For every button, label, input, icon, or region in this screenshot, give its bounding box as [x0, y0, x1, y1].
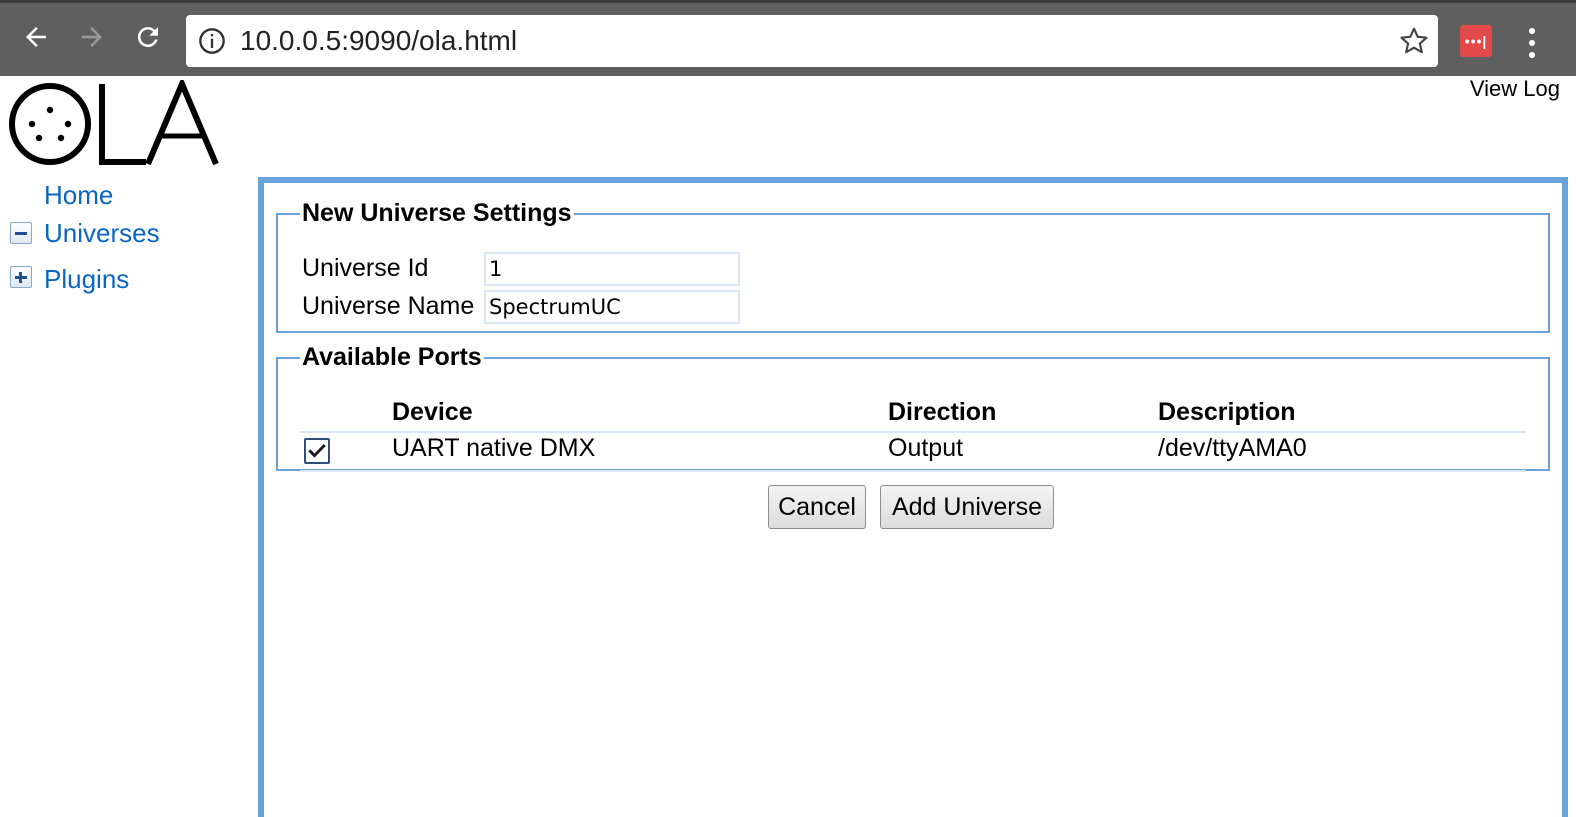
- kebab-menu-icon[interactable]: [1518, 25, 1546, 61]
- password-manager-extension-icon[interactable]: •••|: [1460, 25, 1492, 57]
- port-device-cell: UART native DMX: [392, 434, 596, 462]
- port-select-checkbox[interactable]: [304, 438, 330, 464]
- table-divider: [300, 470, 1526, 472]
- add-universe-button[interactable]: Add Universe: [880, 485, 1054, 529]
- ports-legend: Available Ports: [302, 343, 482, 371]
- expand-icon[interactable]: [10, 266, 32, 288]
- sidebar-item-plugins[interactable]: Plugins: [44, 264, 129, 295]
- universe-id-input[interactable]: [484, 252, 740, 286]
- back-button[interactable]: [16, 17, 56, 57]
- forward-button[interactable]: [72, 17, 112, 57]
- new-universe-settings: New Universe Settings Universe Id Univer…: [276, 199, 1550, 333]
- sidebar-item-home[interactable]: Home: [44, 180, 113, 211]
- address-bar[interactable]: 10.0.0.5:9090/ola.html: [186, 15, 1438, 67]
- universe-name-label: Universe Name: [302, 292, 475, 320]
- collapse-icon[interactable]: [10, 222, 32, 244]
- reload-icon: [137, 27, 158, 48]
- arrow-left-icon: [26, 27, 46, 47]
- info-icon[interactable]: [198, 27, 226, 55]
- universe-id-label: Universe Id: [302, 254, 429, 282]
- url-text[interactable]: 10.0.0.5:9090/ola.html: [240, 25, 517, 57]
- sidebar-item-universes[interactable]: Universes: [44, 218, 160, 249]
- view-log-link[interactable]: View Log: [1470, 76, 1560, 102]
- column-header-description: Description: [1158, 398, 1296, 426]
- settings-legend: New Universe Settings: [302, 199, 572, 227]
- universe-name-input[interactable]: [484, 290, 740, 324]
- column-header-device: Device: [392, 398, 473, 426]
- port-direction-cell: Output: [888, 434, 964, 462]
- port-description-cell: /dev/ttyAMA0: [1158, 434, 1307, 462]
- checkmark-icon: [308, 443, 326, 458]
- main-panel: New Universe Settings Universe Id Univer…: [258, 177, 1568, 817]
- arrow-right-icon: [82, 27, 102, 47]
- available-ports: Available Ports Device Direction Descrip…: [276, 343, 1550, 472]
- column-header-direction: Direction: [888, 398, 997, 426]
- reload-button[interactable]: [128, 17, 168, 57]
- ola-logo: [9, 80, 219, 166]
- star-icon[interactable]: [1398, 25, 1430, 57]
- browser-toolbar: 10.0.0.5:9090/ola.html •••|: [0, 0, 1576, 76]
- cancel-button[interactable]: Cancel: [768, 485, 866, 529]
- table-divider: [300, 431, 1526, 433]
